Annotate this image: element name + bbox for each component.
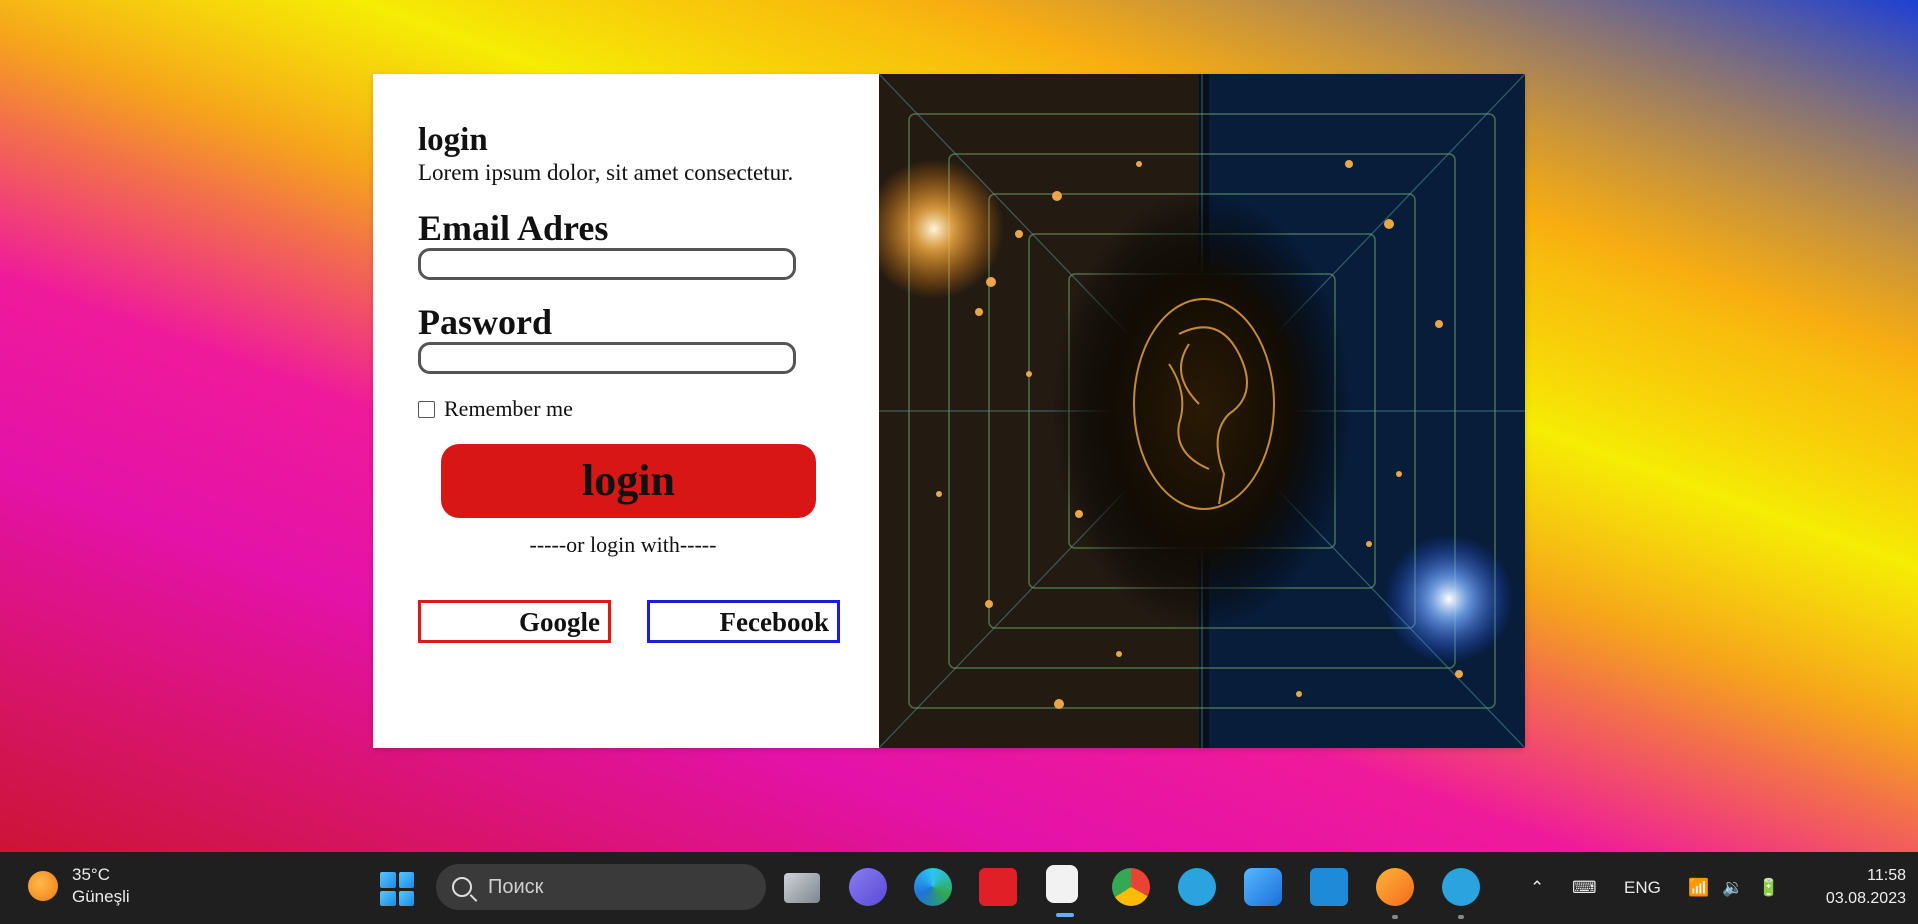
weather-temperature: 35°C <box>72 865 110 884</box>
running-app-indicator <box>1458 915 1464 919</box>
battery-icon[interactable]: 🔋 <box>1758 852 1779 924</box>
ai-brain-image <box>879 74 1525 748</box>
clock-time: 11:58 <box>1867 867 1906 884</box>
wps-office-icon[interactable] <box>979 868 1017 906</box>
login-title: login <box>418 122 488 158</box>
email-input[interactable] <box>418 248 796 280</box>
social-login-row: Google Fecebook <box>418 600 879 643</box>
running-app-indicator <box>1392 915 1398 919</box>
wifi-icon[interactable]: 📶 <box>1688 852 1709 924</box>
weather-widget[interactable]: 35°C Güneşli <box>28 864 130 908</box>
vscode-icon[interactable] <box>1310 868 1348 906</box>
photos-icon[interactable] <box>1244 868 1282 906</box>
hidden-icons-chevron-icon[interactable]: ⌃ <box>1530 852 1544 924</box>
facebook-login-button[interactable]: Fecebook <box>647 600 840 643</box>
clock[interactable]: 11:58 03.08.2023 <box>1826 864 1906 910</box>
password-input[interactable] <box>418 342 796 374</box>
search-placeholder: Поиск <box>488 875 544 898</box>
email-label: Email Adres <box>418 208 609 248</box>
login-form: login Lorem ipsum dolor, sit amet consec… <box>373 74 879 748</box>
password-label: Pasword <box>418 302 552 342</box>
social-login-divider: -----or login with----- <box>529 532 717 557</box>
google-login-button[interactable]: Google <box>418 600 611 643</box>
login-subtitle: Lorem ipsum dolor, sit amet consectetur. <box>418 160 794 185</box>
search-icon <box>452 877 472 897</box>
task-view-icon[interactable] <box>784 873 820 903</box>
language-indicator[interactable]: ENG <box>1624 852 1661 924</box>
keyboard-icon[interactable]: ⌨ <box>1572 852 1597 924</box>
login-button[interactable]: login <box>441 444 816 518</box>
brave-icon[interactable] <box>1376 868 1414 906</box>
volume-icon[interactable]: 🔉 <box>1722 852 1743 924</box>
weather-description: Güneşli <box>72 887 130 906</box>
remember-me-row: Remember me <box>418 396 879 422</box>
edge-icon[interactable] <box>914 868 952 906</box>
sun-icon <box>28 871 58 901</box>
chrome-icon[interactable] <box>1112 868 1150 906</box>
snipping-tool-icon[interactable] <box>1046 865 1078 903</box>
taskbar: 35°C Güneşli Поиск ⌃ ⌨ ENG 📶 🔉 🔋 11:58 0… <box>0 852 1918 924</box>
telegram-icon[interactable] <box>1178 868 1216 906</box>
login-card: login Lorem ipsum dolor, sit amet consec… <box>373 74 1525 748</box>
remember-me-label: Remember me <box>444 396 573 421</box>
chat-icon[interactable] <box>849 868 887 906</box>
telegram-icon[interactable] <box>1442 868 1480 906</box>
circuit-brain-illustration <box>879 74 1525 748</box>
clock-date: 03.08.2023 <box>1825 890 1906 907</box>
active-app-indicator <box>1056 913 1074 917</box>
taskbar-search[interactable]: Поиск <box>436 864 766 910</box>
remember-me-checkbox[interactable] <box>418 400 435 418</box>
windows-start-icon[interactable] <box>380 872 414 906</box>
